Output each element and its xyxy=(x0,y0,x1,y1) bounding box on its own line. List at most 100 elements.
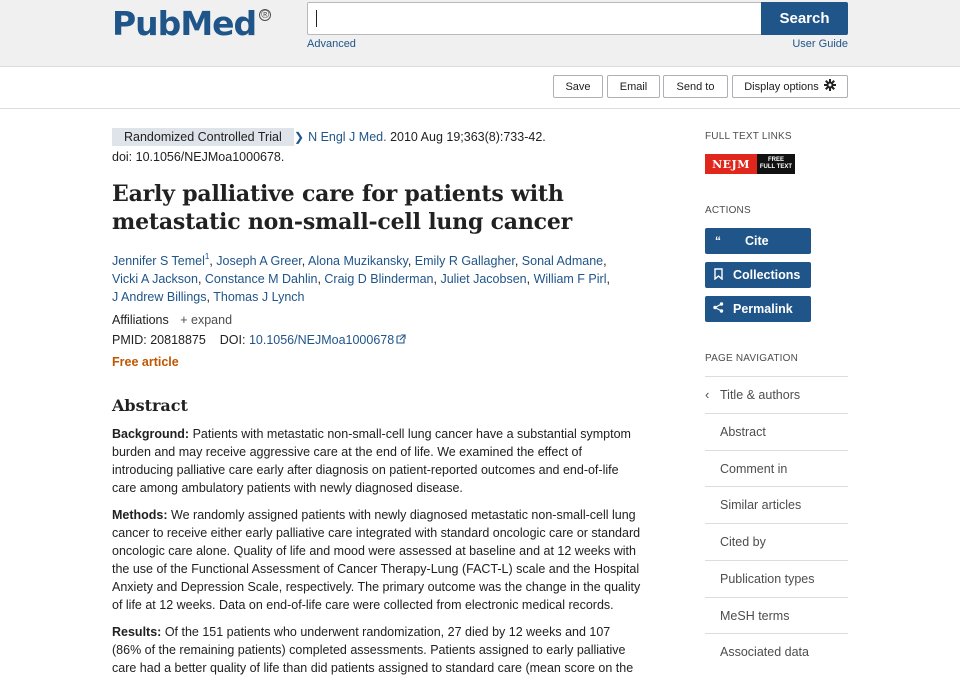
author-link[interactable]: William F Pirl xyxy=(534,272,607,286)
gear-icon xyxy=(823,79,836,94)
separator: , xyxy=(526,272,534,286)
header-bar: PubMed ® Search Advanced User Guide xyxy=(0,0,960,67)
publication-type-badge: Randomized Controlled Trial xyxy=(112,128,294,146)
separator: , xyxy=(606,272,610,286)
share-icon xyxy=(705,302,731,316)
author-link[interactable]: J Andrew Billings xyxy=(112,290,207,304)
author-link[interactable]: Thomas J Lynch xyxy=(213,290,304,304)
quote-icon: “ xyxy=(715,234,721,248)
doi-link[interactable]: 10.1056/NEJMoa1000678 xyxy=(249,333,406,347)
text-caret xyxy=(316,10,317,27)
author-link[interactable]: Alona Muzikansky xyxy=(308,254,408,268)
nav-publication-types[interactable]: Publication types xyxy=(705,560,848,596)
email-button[interactable]: Email xyxy=(607,75,660,98)
free-article-badge: Free article xyxy=(112,355,179,369)
separator: , xyxy=(514,254,522,268)
chevron-right-icon: ❯ xyxy=(294,130,305,144)
nejm-full-text-link[interactable]: NEJM FREE FULL TEXT xyxy=(705,154,795,174)
full-text-links-label: FULL TEXT LINKS xyxy=(705,131,792,142)
author-list: Jennifer S Temel1, Joseph A Greer, Alona… xyxy=(112,248,632,306)
nav-cited-by[interactable]: Cited by xyxy=(705,523,848,559)
permalink-button[interactable]: Permalink xyxy=(705,296,811,322)
nav-label: Similar articles xyxy=(720,497,802,512)
permalink-label: Permalink xyxy=(733,302,793,316)
external-link-icon xyxy=(394,333,406,347)
full-text-text: FULL TEXT xyxy=(759,164,793,170)
page-navigation-label: PAGE NAVIGATION xyxy=(705,353,799,364)
free-full-text-badge: FREE FULL TEXT xyxy=(757,154,795,174)
nav-label: Associated data xyxy=(720,644,809,659)
user-guide-link[interactable]: User Guide xyxy=(792,38,848,50)
methods-label: Methods: xyxy=(112,508,168,522)
nav-abstract[interactable]: Abstract xyxy=(705,413,848,449)
expand-affiliations-button[interactable]: + expand xyxy=(180,313,232,327)
cite-label: Cite xyxy=(745,234,769,248)
author-link[interactable]: Constance M Dahlin xyxy=(205,272,318,286)
background-label: Background: xyxy=(112,427,190,441)
chevron-left-icon: ‹ xyxy=(705,387,710,402)
separator: , xyxy=(197,272,205,286)
author-link[interactable]: Emily R Gallagher xyxy=(415,254,515,268)
advanced-search-link[interactable]: Advanced xyxy=(307,38,356,50)
affiliations-row: Affiliations + expand xyxy=(112,313,232,327)
pubmed-logo[interactable]: PubMed ® xyxy=(112,2,272,46)
free-text: FREE xyxy=(767,157,784,163)
results-label: Results: xyxy=(112,625,162,639)
methods-text: We randomly assigned patients with newly… xyxy=(112,508,641,612)
logo-text-pre: Pub xyxy=(112,4,181,43)
author-link[interactable]: Jennifer S Temel xyxy=(112,254,205,268)
article-actions-bar: Save Email Send to Display options xyxy=(0,67,960,109)
search-input[interactable] xyxy=(307,2,762,35)
nav-label: Abstract xyxy=(720,424,766,439)
journal-citation: ❯ N Engl J Med. 2010 Aug 19;363(8):733-42… xyxy=(294,128,546,146)
nav-label: Cited by xyxy=(720,534,766,549)
journal-link[interactable]: N Engl J Med. xyxy=(308,130,387,144)
nav-associated-data[interactable]: Associated data xyxy=(705,633,848,669)
nav-label: Comment in xyxy=(720,461,788,476)
abstract-methods: Methods: We randomly assigned patients w… xyxy=(112,506,642,614)
bookmark-icon xyxy=(705,267,731,283)
cite-button[interactable]: “ Cite xyxy=(705,228,811,254)
doi-value: 10.1056/NEJMoa1000678 xyxy=(248,333,395,347)
article-title: Early palliative care for patients with … xyxy=(112,181,573,235)
author-link[interactable]: Sonal Admane xyxy=(522,254,603,268)
logo-text: PubMed xyxy=(112,2,257,46)
abstract-background: Background: Patients with metastatic non… xyxy=(112,425,642,497)
nav-label: MeSH terms xyxy=(720,608,790,623)
citation-text: 2010 Aug 19;363(8):733-42. xyxy=(390,130,546,144)
save-button[interactable]: Save xyxy=(553,75,603,98)
background-text: Patients with metastatic non-small-cell … xyxy=(112,427,631,495)
doi-citation: doi: 10.1056/NEJMoa1000678. xyxy=(112,150,285,164)
send-to-button[interactable]: Send to xyxy=(663,75,728,98)
display-options-label: Display options xyxy=(744,80,819,93)
nav-label: Publication types xyxy=(720,571,815,586)
nav-title-authors[interactable]: ‹ Title & authors xyxy=(705,376,848,412)
collections-label: Collections xyxy=(733,268,801,282)
nav-mesh-terms[interactable]: MeSH terms xyxy=(705,597,848,633)
send-to-label: Send to xyxy=(676,80,715,93)
save-label: Save xyxy=(565,80,591,93)
separator: , xyxy=(603,254,607,268)
search-button[interactable]: Search xyxy=(761,2,848,35)
registered-mark: ® xyxy=(259,8,272,21)
doi-label: DOI: xyxy=(219,333,246,347)
email-label: Email xyxy=(619,80,648,93)
author-link[interactable]: Juliet Jacobsen xyxy=(440,272,526,286)
nav-similar-articles[interactable]: Similar articles xyxy=(705,486,848,522)
identifiers-row: PMID: 20818875 DOI: 10.1056/NEJMoa100067… xyxy=(112,333,406,347)
collections-button[interactable]: Collections xyxy=(705,262,811,288)
nav-comment-in[interactable]: Comment in xyxy=(705,450,848,486)
author-link[interactable]: Joseph A Greer xyxy=(216,254,301,268)
author-link[interactable]: Vicki A Jackson xyxy=(112,272,198,286)
display-options-button[interactable]: Display options xyxy=(732,75,848,98)
affiliations-label: Affiliations xyxy=(112,313,169,327)
plus-icon: + xyxy=(180,313,188,327)
logo-text-post: Med xyxy=(180,4,257,43)
author-link[interactable]: Craig D Blinderman xyxy=(324,272,433,286)
abstract-heading: Abstract xyxy=(112,396,188,415)
pmid-value: 20818875 xyxy=(150,333,206,347)
nejm-logo: NEJM xyxy=(705,154,757,174)
abstract-results: Results: Of the 151 patients who underwe… xyxy=(112,623,642,675)
actions-label: ACTIONS xyxy=(705,205,751,216)
expand-label: expand xyxy=(191,313,233,327)
